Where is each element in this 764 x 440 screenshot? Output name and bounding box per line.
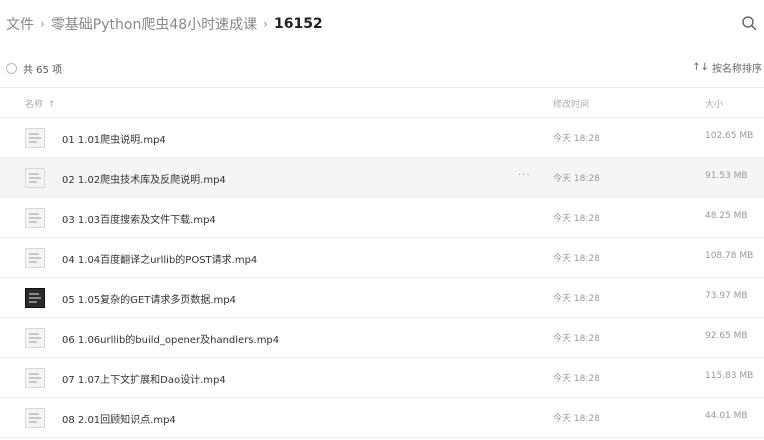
file-modified-time: 今天 18:28	[553, 374, 600, 384]
file-row[interactable]: 07 1.07上下文扩展和Dao设计.mp4 今天 18:28 115.83 MB	[0, 358, 764, 398]
search-button[interactable]	[740, 14, 760, 34]
file-modified-time: 今天 18:28	[553, 294, 600, 304]
video-file-icon	[25, 288, 45, 308]
breadcrumb-current-folder: 16152	[273, 16, 323, 32]
column-header-size[interactable]: 大小	[705, 97, 723, 110]
file-modified-time: 今天 18:28	[553, 414, 600, 424]
file-size: 48.25 MB	[705, 211, 748, 221]
breadcrumb-separator: ›	[263, 17, 268, 31]
file-name[interactable]: 06 1.06urllib的build_opener及handlers.mp4	[62, 331, 279, 346]
file-row[interactable]: 08 2.01回顾知识点.mp4 今天 18:28 44.01 MB	[0, 398, 764, 438]
more-options-icon[interactable]: ···	[518, 170, 531, 181]
file-name[interactable]: 02 1.02爬虫技术库及反爬说明.mp4	[62, 171, 226, 186]
file-size: 91.53 MB	[705, 171, 748, 181]
video-file-icon	[25, 328, 45, 348]
file-modified-time: 今天 18:28	[553, 174, 600, 184]
file-name[interactable]: 03 1.03百度搜索及文件下载.mp4	[62, 211, 216, 226]
column-header-name-label: 名称	[25, 100, 44, 110]
file-size: 115.83 MB	[705, 371, 754, 381]
file-modified-time: 今天 18:28	[553, 254, 600, 264]
file-row[interactable]: 04 1.04百度翻译之urllib的POST请求.mp4 今天 18:28 108…	[0, 238, 764, 278]
file-size: 73.97 MB	[705, 291, 748, 301]
file-modified-time: 今天 18:28	[553, 334, 600, 344]
file-size: 92.65 MB	[705, 331, 748, 341]
video-file-icon	[25, 368, 45, 388]
file-name[interactable]: 08 2.01回顾知识点.mp4	[62, 411, 176, 426]
breadcrumb-item-files[interactable]: 文件	[6, 14, 34, 34]
sort-label: 按名称排序	[712, 64, 762, 75]
select-all-checkbox[interactable]	[6, 63, 17, 74]
breadcrumb: 文件 › 零基础Python爬虫48小时速成课 › 16152	[6, 14, 323, 34]
column-header-modified[interactable]: 修改时间	[553, 97, 589, 110]
file-name[interactable]: 04 1.04百度翻译之urllib的POST请求.mp4	[62, 251, 257, 266]
column-header-name[interactable]: 名称 ↑	[25, 97, 56, 110]
video-file-icon	[25, 208, 45, 228]
file-row[interactable]: 01 1.01爬虫说明.mp4 今天 18:28 102.65 MB	[0, 118, 764, 158]
file-name[interactable]: 05 1.05复杂的GET请求多页数据.mp4	[62, 291, 236, 306]
video-file-icon	[25, 408, 45, 428]
video-file-icon	[25, 248, 45, 268]
file-name[interactable]: 01 1.01爬虫说明.mp4	[62, 131, 166, 146]
sort-by-name-button[interactable]: ↑↓ 按名称排序	[692, 60, 762, 75]
item-count: 共 65 项	[23, 65, 63, 76]
file-row[interactable]: 06 1.06urllib的build_opener及handlers.mp4 今…	[0, 318, 764, 358]
breadcrumb-item-course[interactable]: 零基础Python爬虫48小时速成课	[51, 14, 257, 34]
sort-arrow-icon: ↑	[48, 100, 56, 110]
breadcrumb-separator: ›	[40, 17, 45, 31]
select-all: 共 65 项	[6, 61, 62, 76]
file-name[interactable]: 07 1.07上下文扩展和Dao设计.mp4	[62, 371, 226, 386]
file-size: 44.01 MB	[705, 411, 748, 421]
file-modified-time: 今天 18:28	[553, 214, 600, 224]
file-modified-time: 今天 18:28	[553, 134, 600, 144]
video-file-icon	[25, 128, 45, 148]
video-file-icon	[25, 168, 45, 188]
file-row[interactable]: 03 1.03百度搜索及文件下载.mp4 今天 18:28 48.25 MB	[0, 198, 764, 238]
file-row[interactable]: 02 1.02爬虫技术库及反爬说明.mp4 ··· 今天 18:28 91.53 MB	[0, 158, 764, 198]
file-list: 01 1.01爬虫说明.mp4 今天 18:28 102.65 MB 02 1.02爬…	[0, 118, 764, 438]
column-header-row: 名称 ↑ 修改时间 大小	[0, 88, 764, 118]
file-size: 108.78 MB	[705, 251, 754, 261]
file-size: 102.65 MB	[705, 131, 754, 141]
file-row[interactable]: 05 1.05复杂的GET请求多页数据.mp4 今天 18:28 73.97 MB	[0, 278, 764, 318]
sort-icon: ↑↓	[692, 62, 709, 73]
search-icon	[742, 16, 757, 31]
